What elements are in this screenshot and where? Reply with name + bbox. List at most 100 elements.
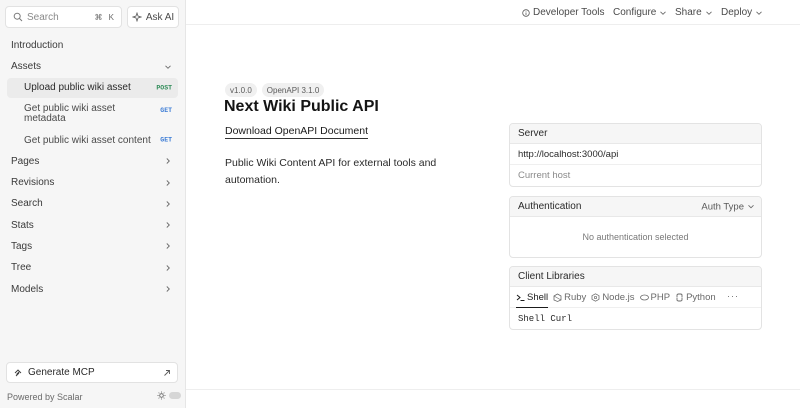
sidebar-item-label: Tags — [11, 240, 33, 252]
sidebar-item-tags[interactable]: Tags — [0, 236, 186, 257]
server-url-select[interactable]: http://localhost:3000/api — [510, 144, 761, 165]
api-description: Public Wiki Content API for external too… — [225, 157, 437, 186]
search-shortcut: ⌘ K — [94, 12, 116, 22]
no-auth-message: No authentication selected — [510, 217, 761, 257]
no-auth-text: No authentication selected — [582, 232, 689, 242]
sidebar-item-label: Tree — [11, 262, 32, 274]
sidebar-item-introduction[interactable]: Introduction — [0, 35, 186, 56]
tab-php[interactable]: PHP — [639, 287, 671, 308]
chevron-right-icon — [166, 243, 170, 250]
sidebar-item-stats[interactable]: Stats — [0, 214, 186, 235]
php-icon — [639, 294, 649, 300]
version-badges: v1.0.0 OpenAPI 3.1.0 — [225, 83, 325, 97]
mcp-icon — [14, 368, 22, 376]
sidebar-item-label: Stats — [11, 219, 34, 231]
theme-toggle[interactable] — [157, 391, 181, 400]
server-note-text: Current host — [518, 170, 571, 181]
sidebar-item-assets[interactable]: Assets — [0, 56, 186, 77]
configure-label: Configure — [613, 7, 657, 18]
chevron-right-icon — [166, 158, 170, 165]
toggle-track — [169, 392, 181, 399]
sidebar-item-label: Search — [11, 198, 43, 210]
sidebar-item-models[interactable]: Models — [0, 278, 186, 299]
client-libraries-heading: Client Libraries — [510, 267, 761, 287]
server-url: http://localhost:3000/api — [518, 148, 619, 160]
chevron-right-icon — [166, 286, 170, 292]
info-icon — [522, 8, 530, 17]
python-icon — [676, 293, 683, 301]
sidebar-item-label: Introduction — [11, 40, 64, 52]
ruby-icon — [553, 293, 562, 302]
deploy-menu[interactable]: Deploy — [721, 6, 763, 19]
method-badge: GET — [160, 106, 172, 114]
search-input[interactable]: Search ⌘ K — [5, 6, 122, 28]
powered-by-scalar[interactable]: Powered by Scalar — [7, 392, 83, 402]
client-language-tabs: Shell Ruby Node.js PHP Python ··· — [510, 287, 761, 308]
chevron-down-icon — [705, 10, 712, 15]
chevron-down-icon — [756, 10, 762, 15]
developer-tools-button[interactable]: Developer Tools — [522, 6, 605, 19]
share-menu[interactable]: Share — [675, 6, 713, 19]
server-card: Server http://localhost:3000/api Current… — [509, 123, 762, 187]
generate-mcp-label: Generate MCP — [28, 367, 95, 378]
download-openapi-link[interactable]: Download OpenAPI Document — [225, 124, 368, 139]
auth-type-label: Auth Type — [701, 201, 744, 212]
sidebar-item-get-asset-content[interactable]: Get public wiki asset content GET — [7, 130, 178, 151]
chevron-right-icon — [166, 264, 170, 271]
sidebar-item-label: Revisions — [11, 177, 55, 189]
sidebar-item-revisions[interactable]: Revisions — [0, 172, 186, 193]
more-languages-button[interactable]: ··· — [727, 291, 739, 301]
sidebar-nav: Introduction Assets Upload public wiki a… — [0, 35, 186, 300]
sun-icon — [157, 391, 166, 400]
chevron-down-icon — [748, 204, 754, 209]
version-badge: v1.0.0 — [225, 83, 257, 97]
sidebar-item-get-asset-metadata[interactable]: Get public wiki asset metadata GET — [7, 98, 178, 130]
nodejs-icon — [591, 292, 600, 302]
tab-shell[interactable]: Shell — [516, 287, 549, 308]
sidebar-item-label: Upload public wiki asset — [24, 82, 131, 94]
chevron-right-icon — [166, 179, 170, 186]
chevron-down-icon — [660, 10, 667, 15]
sidebar-item-label: Pages — [11, 155, 40, 167]
sidebar-item-upload-asset[interactable]: Upload public wiki asset POST — [7, 77, 178, 98]
sidebar-item-label: Get public wiki asset content — [24, 134, 151, 146]
tab-label: PHP — [650, 291, 671, 303]
tab-label: Ruby — [564, 291, 587, 303]
authentication-heading-label: Authentication — [518, 201, 582, 212]
tab-nodejs[interactable]: Node.js — [591, 287, 635, 308]
tab-label: Python — [686, 291, 716, 303]
external-link-icon — [164, 369, 170, 376]
method-badge: POST — [156, 84, 172, 92]
selected-client-label: Shell Curl — [518, 313, 573, 324]
ask-ai-button[interactable]: Ask AI — [127, 6, 179, 28]
topbar: Developer Tools Configure Share Deploy — [186, 0, 800, 25]
authentication-card: Authentication Auth Type No authenticati… — [509, 196, 762, 258]
tab-python[interactable]: Python — [675, 287, 716, 308]
share-label: Share — [675, 7, 702, 18]
tab-label: Node.js — [602, 291, 635, 303]
method-badge: GET — [160, 136, 172, 144]
server-note: Current host — [510, 165, 761, 186]
authentication-heading: Authentication Auth Type — [510, 197, 761, 217]
sidebar-item-pages[interactable]: Pages — [0, 151, 186, 172]
auth-type-select[interactable]: Auth Type — [701, 201, 755, 212]
sparkle-icon — [131, 12, 142, 22]
sidebar: Search ⌘ K Ask AI Introduction Assets Up… — [0, 0, 186, 408]
openapi-version-badge: OpenAPI 3.1.0 — [261, 83, 325, 97]
tab-label: Shell — [527, 291, 549, 303]
chevron-down-icon — [165, 65, 171, 69]
sidebar-item-tree[interactable]: Tree — [0, 257, 186, 278]
server-heading: Server — [510, 124, 761, 144]
sidebar-item-label: Models — [11, 283, 44, 295]
selected-client[interactable]: Shell Curl — [510, 308, 761, 329]
chevron-right-icon — [166, 222, 170, 228]
sidebar-item-search[interactable]: Search — [0, 193, 186, 214]
client-libraries-card: Client Libraries Shell Ruby Node.js PHP … — [509, 266, 762, 330]
tab-ruby[interactable]: Ruby — [553, 287, 586, 308]
ask-ai-label: Ask AI — [145, 11, 175, 23]
sidebar-item-label: Assets — [11, 61, 42, 73]
configure-menu[interactable]: Configure — [613, 6, 667, 19]
client-libraries-heading-label: Client Libraries — [518, 271, 585, 282]
generate-mcp-button[interactable]: Generate MCP — [6, 362, 178, 383]
page-title: Next Wiki Public API — [224, 98, 379, 115]
